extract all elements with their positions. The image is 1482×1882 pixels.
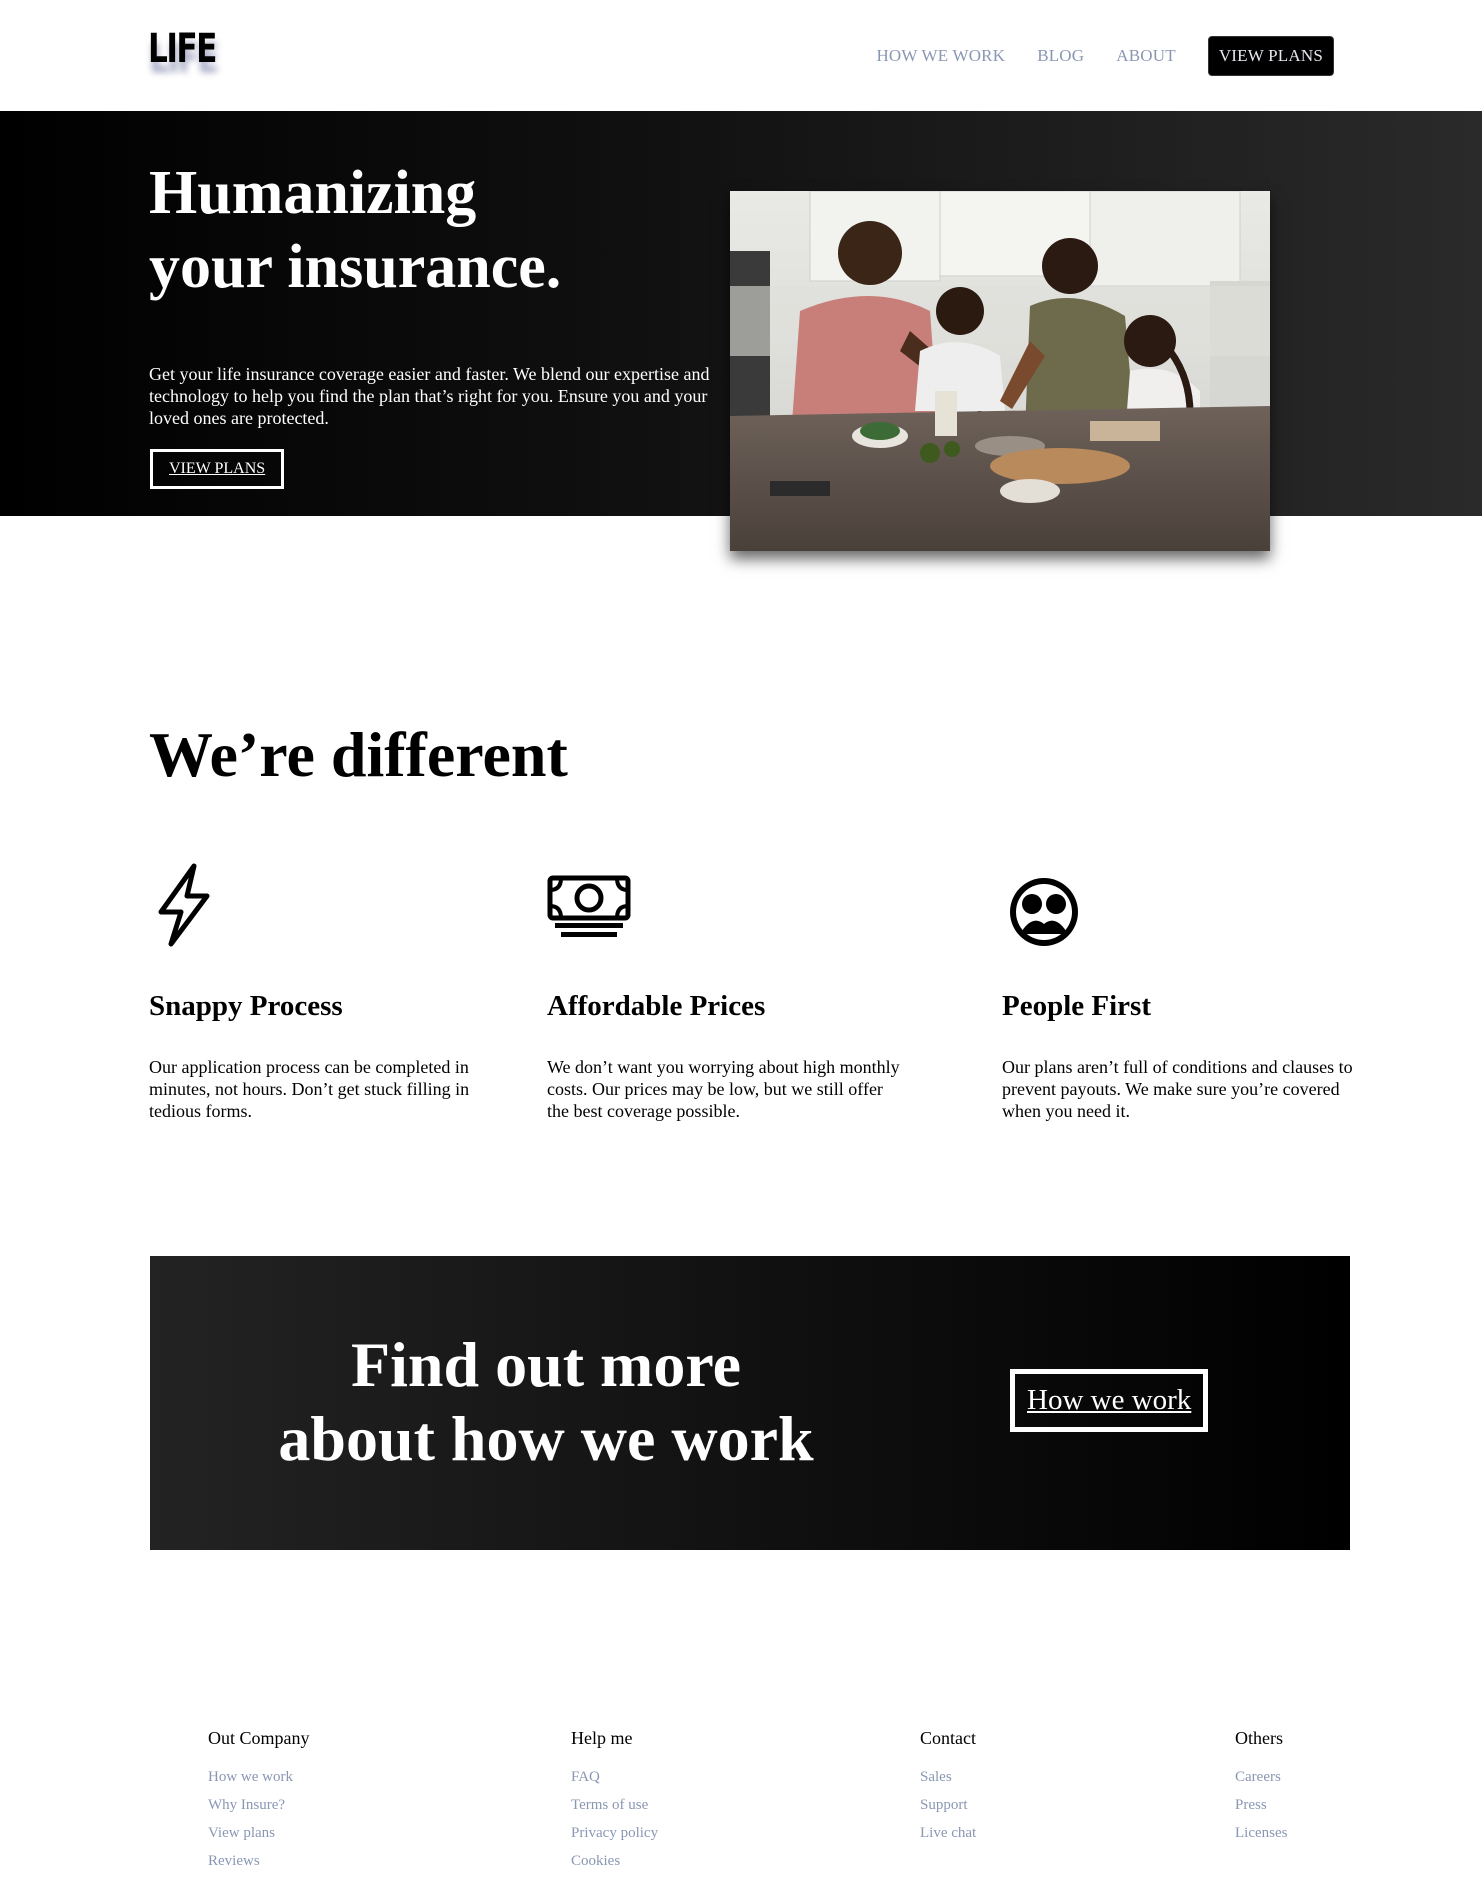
nav-blog[interactable]: BLOG — [1037, 46, 1084, 66]
cta-title-line2: about how we work — [278, 1403, 814, 1474]
site-header: LIFE HOW WE WORK BLOG ABOUT VIEW PLANS — [0, 0, 1482, 111]
hero-title-line1: Humanizing — [149, 159, 477, 227]
cta-title: Find out more about how we work — [150, 1328, 942, 1476]
feature-text: We don’t want you worrying about high mo… — [547, 1057, 900, 1121]
footer-link-privacy[interactable]: Privacy policy — [571, 1819, 658, 1847]
footer-link-how-we-work[interactable]: How we work — [208, 1763, 310, 1791]
feature-text: Our plans aren’t full of conditions and … — [1002, 1057, 1353, 1121]
main-nav: HOW WE WORK BLOG ABOUT VIEW PLANS — [844, 36, 1334, 76]
feature-affordable-prices: Affordable Prices We don’t want you worr… — [547, 860, 907, 1121]
logo[interactable]: LIFE — [148, 26, 217, 72]
how-we-work-button[interactable]: How we work — [1010, 1369, 1209, 1432]
footer-link-cookies[interactable]: Cookies — [571, 1847, 658, 1875]
footer-link-view-plans[interactable]: View plans — [208, 1819, 310, 1847]
footer-heading: Out Company — [208, 1728, 310, 1748]
feature-text: Our application process can be completed… — [149, 1057, 470, 1121]
money-icon-svg — [547, 875, 631, 937]
view-plans-hero-button[interactable]: VIEW PLANS — [150, 449, 285, 489]
people-icon — [1002, 860, 1362, 960]
feature-snappy-process: Snappy Process Our application process c… — [149, 860, 509, 1121]
lightning-icon — [149, 860, 509, 960]
footer-link-live-chat[interactable]: Live chat — [920, 1819, 976, 1847]
footer-link-licenses[interactable]: Licenses — [1235, 1819, 1287, 1847]
feature-title: Affordable Prices — [547, 990, 766, 1022]
hero-description: Get your life insurance coverage easier … — [149, 364, 710, 428]
footer-column-help: Help me FAQ Terms of use Privacy policy … — [571, 1728, 658, 1875]
footer-link-sales[interactable]: Sales — [920, 1763, 976, 1791]
footer-heading: Contact — [920, 1728, 976, 1748]
footer-link-faq[interactable]: FAQ — [571, 1763, 658, 1791]
cta-title-line1: Find out more — [351, 1329, 741, 1400]
money-icon — [547, 860, 907, 960]
footer-column-others: Others Careers Press Licenses — [1235, 1728, 1287, 1847]
view-plans-nav-button[interactable]: VIEW PLANS — [1207, 36, 1334, 76]
hero-title-line2: your insurance. — [149, 233, 562, 301]
footer-link-support[interactable]: Support — [920, 1791, 976, 1819]
hero-title: Humanizing your insurance. — [149, 156, 649, 304]
footer-link-careers[interactable]: Careers — [1235, 1763, 1287, 1791]
people-icon-svg — [1010, 878, 1078, 946]
footer-link-terms[interactable]: Terms of use — [571, 1791, 658, 1819]
footer-link-press[interactable]: Press — [1235, 1791, 1287, 1819]
footer-heading: Help me — [571, 1728, 633, 1748]
lightning-icon-svg — [158, 863, 210, 947]
hero-family-photo — [730, 191, 1270, 551]
view-plans-nav-label: VIEW PLANS — [1218, 46, 1323, 65]
family-kitchen-illustration — [730, 191, 1270, 551]
find-out-more-banner: Find out more about how we work How we w… — [150, 1256, 1350, 1550]
feature-people-first: People First Our plans aren’t full of co… — [1002, 860, 1362, 1121]
feature-title: People First — [1002, 990, 1151, 1022]
feature-title: Snappy Process — [149, 990, 343, 1022]
different-title: We’re different — [149, 719, 568, 790]
nav-how-we-work[interactable]: HOW WE WORK — [876, 46, 1005, 66]
footer-link-reviews[interactable]: Reviews — [208, 1847, 310, 1875]
footer-link-why-insure[interactable]: Why Insure? — [208, 1791, 310, 1819]
nav-about[interactable]: ABOUT — [1116, 46, 1176, 66]
footer-column-company: Out Company How we work Why Insure? View… — [208, 1728, 310, 1875]
footer-heading: Others — [1235, 1728, 1283, 1748]
footer-column-contact: Contact Sales Support Live chat — [920, 1728, 976, 1847]
